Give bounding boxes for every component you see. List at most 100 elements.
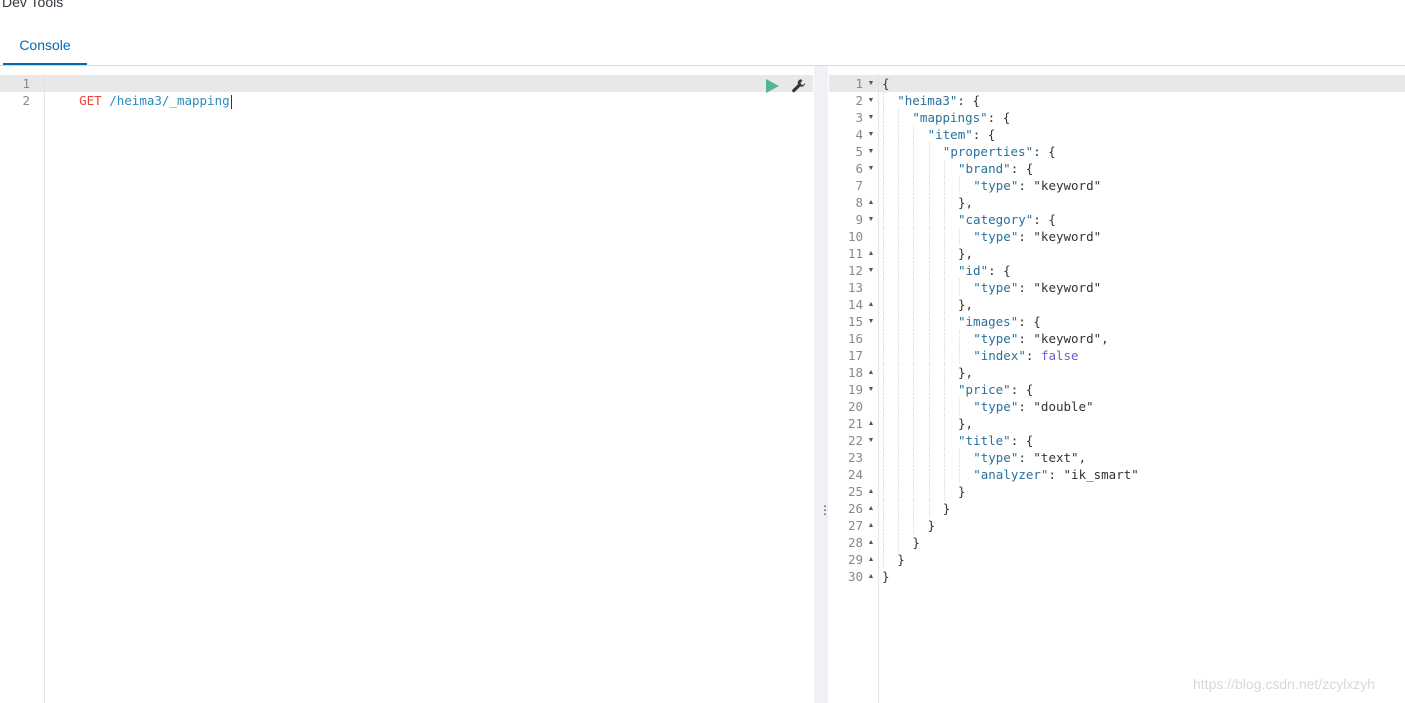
indent-guide [898,313,900,330]
text-cursor [230,94,232,109]
fold-arrow-down-icon[interactable]: ▼ [867,114,875,121]
code-line: } [912,535,920,550]
indent-guide [943,483,945,500]
indent-guide [898,330,900,347]
http-method: GET [79,93,102,108]
json-value: "double" [1033,399,1094,414]
indent-guide [883,177,884,194]
fold-arrow-up-icon[interactable]: ▲ [867,420,875,427]
indent-guide [943,381,945,398]
code-line: }, [958,297,974,312]
line-number: 6 [855,161,863,176]
indent-guide [913,296,915,313]
fold-arrow-down-icon[interactable]: ▼ [867,80,875,87]
indent-guide [898,347,900,364]
fold-arrow-down-icon[interactable]: ▼ [867,216,875,223]
indent-guide [898,364,900,381]
fold-arrow-up-icon[interactable]: ▲ [867,505,875,512]
indent-guide [898,449,900,466]
indent-guide [959,228,960,245]
indent-guide [913,466,915,483]
panel-resizer[interactable]: ⋮ [814,66,831,703]
code-line: "price": { [958,382,1034,397]
indent-guide [913,262,915,279]
indent-guide [898,398,900,415]
json-key: "brand" [958,161,1011,176]
fold-arrow-up-icon[interactable]: ▲ [867,369,875,376]
indent-guide [928,483,930,500]
indent-guide [898,211,900,228]
indent-guide [898,228,900,245]
fold-arrow-up-icon[interactable]: ▲ [867,199,875,206]
json-value: "ik_smart" [1063,467,1139,482]
json-key: "type" [973,178,1019,193]
fold-arrow-up-icon[interactable]: ▲ [867,488,875,495]
code-line: "item": { [927,127,996,142]
play-icon[interactable] [766,79,779,93]
wrench-icon[interactable] [791,78,807,94]
fold-arrow-down-icon[interactable]: ▼ [867,131,875,138]
response-panel: 1 ▼ 2 ▼ 3 ▼ 4 ▼ 5 ▼ 6 ▼ 7 8 ▲ 9 ▼ 10 11 ▲ 12 ▼ 13 14 ▲ 15 ▼ 16 17 18 ▲… [829,74,1405,703]
fold-arrow-up-icon[interactable]: ▲ [867,522,875,529]
fold-arrow-up-icon[interactable]: ▲ [867,250,875,257]
fold-arrow-down-icon[interactable]: ▼ [867,148,875,155]
indent-guide [898,432,900,449]
indent-guide [943,432,945,449]
fold-arrow-down-icon[interactable]: ▼ [867,437,875,444]
fold-arrow-up-icon[interactable]: ▲ [867,301,875,308]
indent-guide [883,194,884,211]
json-value: "keyword" [1033,229,1102,244]
indent-guide [913,415,915,432]
tab-console[interactable]: Console [3,26,87,65]
code-line: "type": "keyword" [973,280,1102,295]
fold-arrow-up-icon[interactable]: ▲ [867,573,875,580]
code-line: "mappings": { [912,110,1011,125]
indent-guide [883,211,884,228]
code-line: }, [958,416,974,431]
indent-guide [928,245,930,262]
fold-arrow-down-icon[interactable]: ▼ [867,165,875,172]
request-editor[interactable]: 1 2 GET /heima3/_mapping [0,74,813,703]
indent-guide [928,228,930,245]
json-key: "type" [973,399,1019,414]
indent-guide [898,194,900,211]
indent-guide [959,177,960,194]
indent-guide [913,347,915,364]
indent-guide [943,160,945,177]
code-line: "heima3": { [897,93,980,108]
indent-guide [898,483,900,500]
code-line: "type": "text", [973,450,1087,465]
indent-guide [928,177,930,194]
fold-arrow-down-icon[interactable]: ▼ [867,318,875,325]
fold-arrow-down-icon[interactable]: ▼ [867,267,875,274]
line-number: 18 [847,365,863,380]
indent-guide [883,245,884,262]
fold-arrow-up-icon[interactable]: ▲ [867,539,875,546]
indent-guide [883,92,884,109]
indent-guide [943,313,945,330]
indent-guide [913,313,915,330]
line-number: 15 [847,314,863,329]
code-line: } [927,518,936,533]
code-line: "id": { [958,263,1011,278]
indent-guide [943,245,945,262]
line-number: 17 [847,348,863,363]
code-line: }, [958,195,974,210]
code-line: { [882,76,890,91]
request-line[interactable]: GET /heima3/_mapping [49,75,232,109]
fold-arrow-up-icon[interactable]: ▲ [867,556,875,563]
indent-guide [943,449,945,466]
fold-arrow-down-icon[interactable]: ▼ [867,97,875,104]
indent-guide [913,177,915,194]
code-line: "properties": { [942,144,1056,159]
indent-guide [883,313,884,330]
indent-guide [883,398,884,415]
line-number: 7 [855,178,863,193]
response-gutter: 1 ▼ 2 ▼ 3 ▼ 4 ▼ 5 ▼ 6 ▼ 7 8 ▲ 9 ▼ 10 11 ▲ 12 ▼ 13 14 ▲ 15 ▼ 16 17 18 ▲… [829,74,879,703]
indent-guide [928,160,930,177]
json-key: "item" [927,127,973,142]
indent-guide [913,432,915,449]
fold-arrow-down-icon[interactable]: ▼ [867,386,875,393]
line-number: 4 [855,127,863,142]
line-number: 14 [847,297,863,312]
